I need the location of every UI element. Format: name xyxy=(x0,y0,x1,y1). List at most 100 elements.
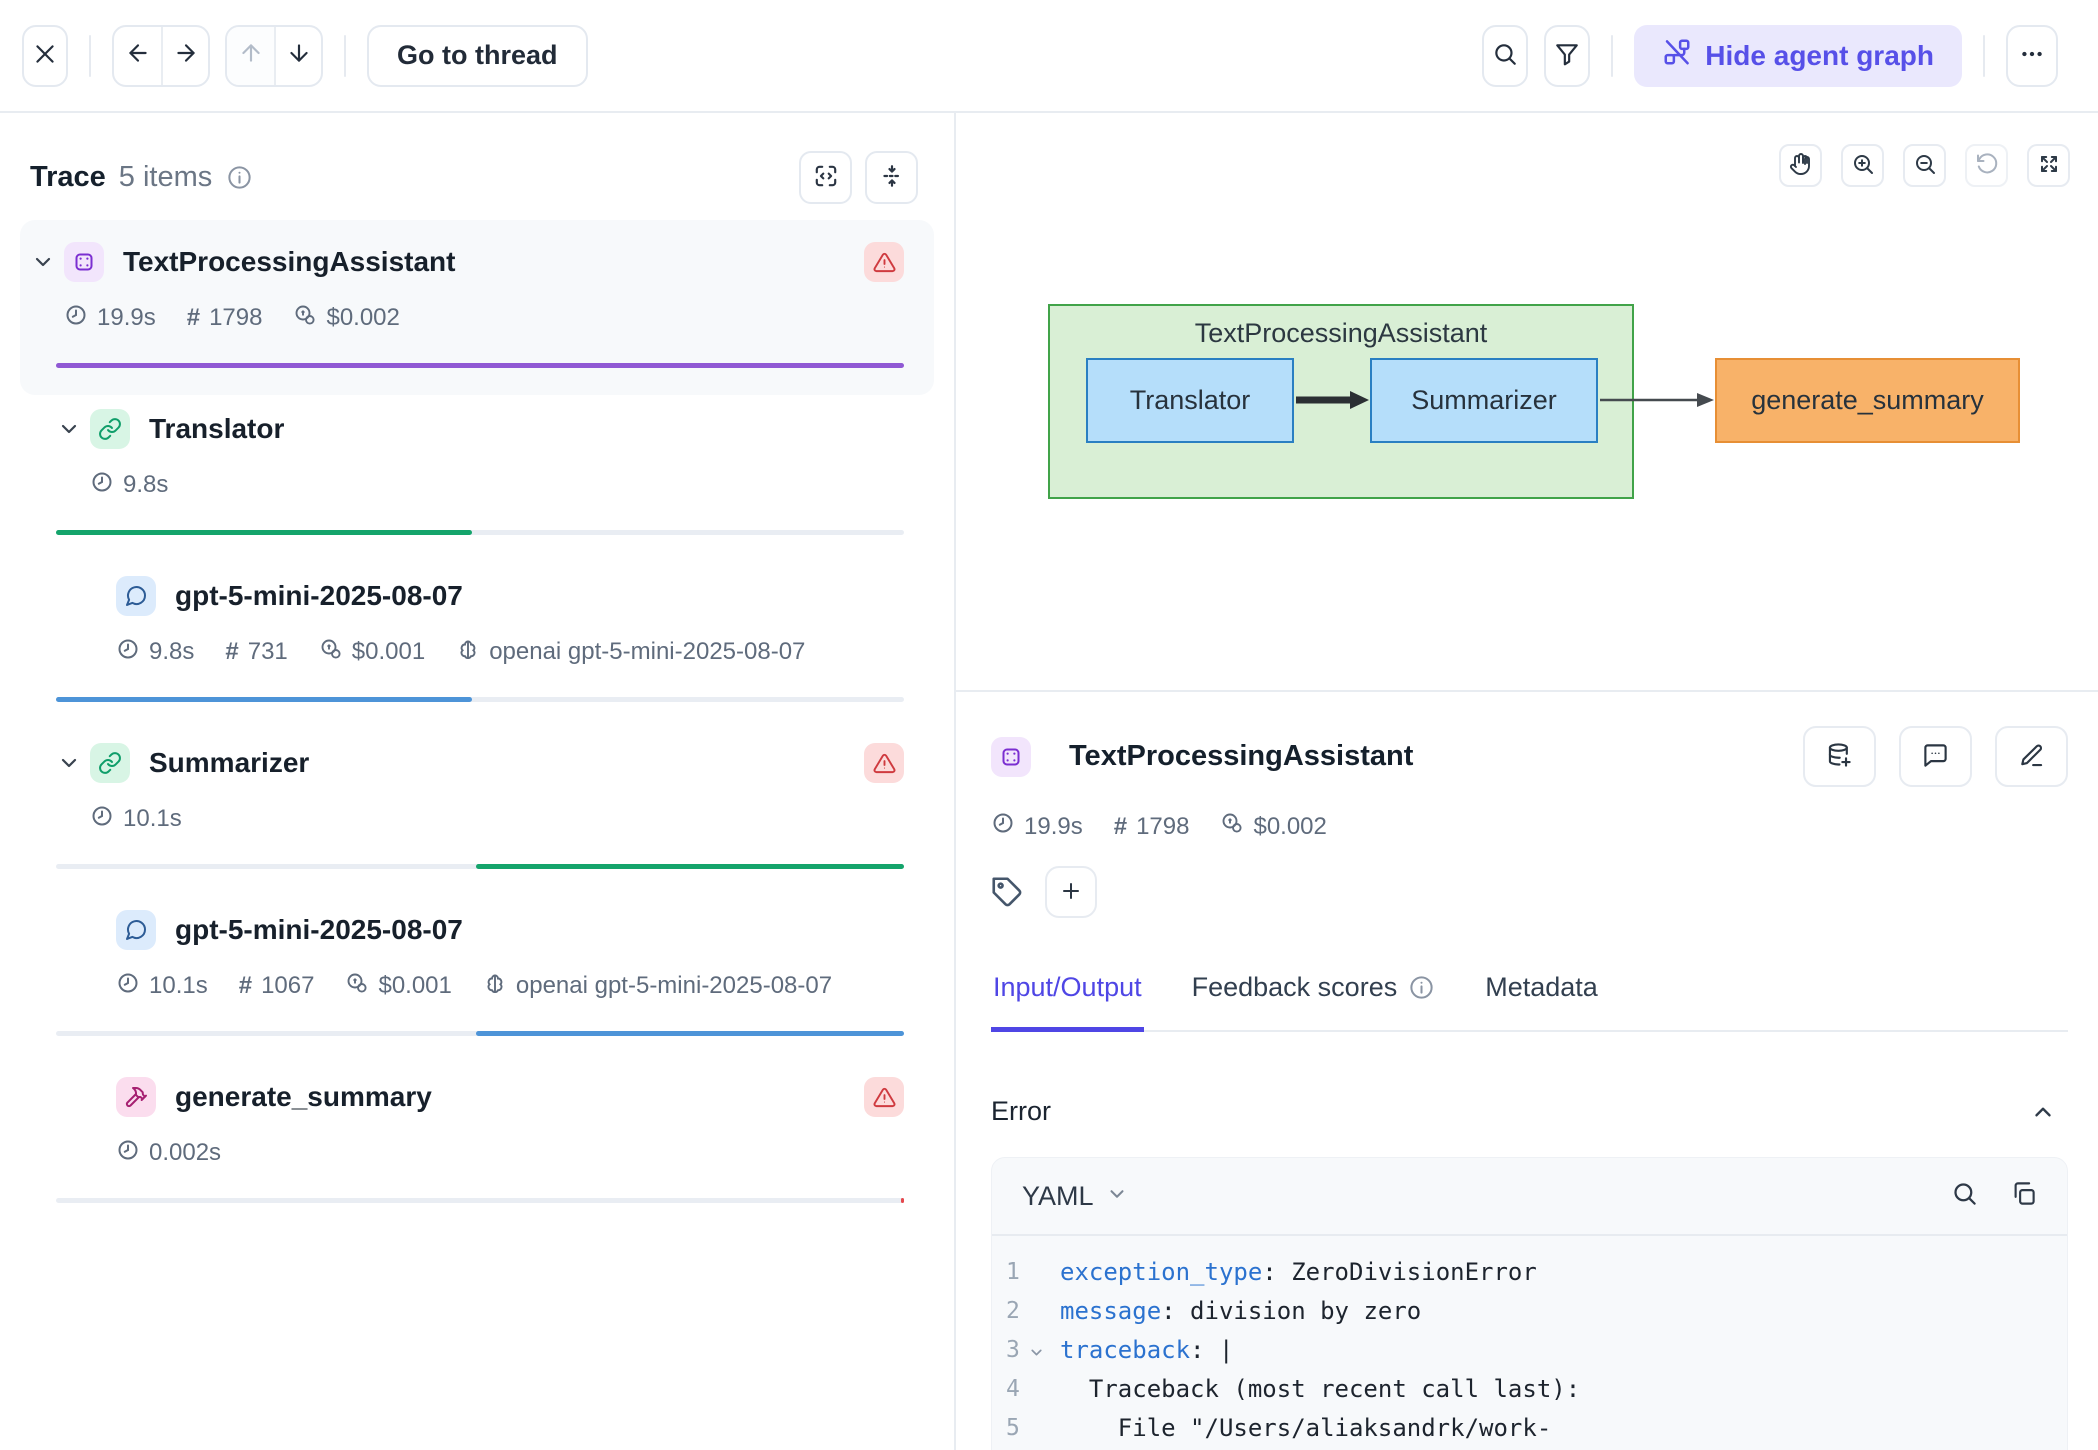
comments-button[interactable] xyxy=(1899,726,1972,787)
collapse-all-button[interactable] xyxy=(865,151,918,204)
next-trace-button[interactable] xyxy=(161,27,208,85)
code-text: exception_type: ZeroDivisionError xyxy=(1060,1258,1537,1286)
graph-node-summarizer[interactable]: Summarizer xyxy=(1370,358,1598,443)
previous-trace-button[interactable] xyxy=(114,27,161,85)
cost-stat: $0.001 xyxy=(319,637,425,668)
arrow-right-icon xyxy=(173,40,199,71)
span-duration-fill xyxy=(476,864,904,869)
span-row-header: gpt-5-mini-2025-08-07 xyxy=(82,910,904,950)
graph-node-translator[interactable]: Translator xyxy=(1086,358,1294,443)
close-icon xyxy=(32,41,58,70)
search-button[interactable] xyxy=(1482,25,1528,87)
move-down-button[interactable] xyxy=(274,27,321,85)
reset-view-button[interactable] xyxy=(1965,144,2008,187)
tab-metadata[interactable]: Metadata xyxy=(1483,964,1600,1032)
info-icon[interactable] xyxy=(226,164,253,191)
hide-agent-graph-button[interactable]: Hide agent graph xyxy=(1634,25,1962,87)
agent-graph-pane[interactable]: TextProcessingAssistant Translator Summa… xyxy=(956,113,2098,690)
duration-stat: 10.1s xyxy=(90,804,182,835)
chevron-down-icon[interactable] xyxy=(56,416,82,442)
chain-icon xyxy=(90,743,130,783)
line-number: 1 xyxy=(1006,1259,1028,1285)
details-pane: TextProcessingAssistant 19.9s #1798 $0.0… xyxy=(956,690,2098,1450)
pencil-icon xyxy=(2018,742,2045,772)
maximize-icon xyxy=(2037,152,2061,179)
more-options-button[interactable] xyxy=(2006,25,2058,87)
span-name: generate_summary xyxy=(175,1081,432,1113)
language-select[interactable]: YAML xyxy=(1022,1181,1128,1212)
expand-all-button[interactable] xyxy=(799,151,852,204)
tab-label: Input/Output xyxy=(993,972,1142,1003)
filter-icon xyxy=(1554,41,1580,70)
provider-stat: openai gpt-5-mini-2025-08-07 xyxy=(483,971,832,1002)
span-duration-bar xyxy=(56,1198,904,1203)
pan-button[interactable] xyxy=(1779,144,1822,187)
trace-header: Trace 5 items xyxy=(30,151,918,204)
tab-feedback-scores[interactable]: Feedback scores xyxy=(1190,964,1438,1032)
hide-agent-graph-label: Hide agent graph xyxy=(1705,40,1934,72)
edit-button[interactable] xyxy=(1995,726,2068,787)
error-badge[interactable] xyxy=(864,1077,904,1117)
add-tag-button[interactable] xyxy=(1045,866,1097,918)
chevron-down-icon[interactable] xyxy=(30,249,56,275)
span-meta: 10.1s xyxy=(90,805,904,833)
info-icon[interactable] xyxy=(1408,974,1435,1001)
trace-span-row[interactable]: gpt-5-mini-2025-08-07 10.1s#1067$0.001ope… xyxy=(56,910,904,1036)
go-to-thread-button[interactable]: Go to thread xyxy=(367,25,588,87)
line-number: 2 xyxy=(1006,1298,1028,1324)
hand-icon xyxy=(1789,152,1813,179)
zoom-in-button[interactable] xyxy=(1841,144,1884,187)
language-label: YAML xyxy=(1022,1181,1094,1212)
close-button[interactable] xyxy=(22,25,68,87)
graph-node-label: Summarizer xyxy=(1411,385,1557,416)
trace-span-row[interactable]: Summarizer10.1s xyxy=(56,743,904,869)
move-up-button[interactable] xyxy=(227,27,274,85)
fullscreen-button[interactable] xyxy=(2027,144,2070,187)
span-duration-bar xyxy=(56,864,904,869)
zoom-out-button[interactable] xyxy=(1903,144,1946,187)
hash-icon: # xyxy=(1114,813,1127,841)
code-text: traceback: | xyxy=(1060,1336,1233,1364)
chevron-down-icon[interactable] xyxy=(56,750,82,776)
duration-stat: 9.8s xyxy=(116,637,194,668)
graph-agent-label: TextProcessingAssistant xyxy=(1050,318,1632,349)
copy-icon[interactable] xyxy=(2010,1180,2037,1212)
span-name: gpt-5-mini-2025-08-07 xyxy=(175,580,463,612)
tab-input-output[interactable]: Input/Output xyxy=(991,964,1144,1032)
chevron-up-icon[interactable] xyxy=(2030,1099,2056,1125)
duration-icon xyxy=(90,804,114,835)
fold-chevron-icon[interactable] xyxy=(1028,1338,1048,1361)
agent-icon xyxy=(991,737,1031,777)
code-search-icon[interactable] xyxy=(1951,1180,1978,1212)
tokens-icon: # xyxy=(187,304,200,332)
add-to-dataset-button[interactable] xyxy=(1803,726,1876,787)
graph-node-label: Translator xyxy=(1130,385,1251,416)
plus-icon xyxy=(1059,879,1083,906)
cost-icon xyxy=(345,971,369,1002)
span-meta: 0.002s xyxy=(116,1139,904,1167)
span-meta: 10.1s#1067$0.001openai gpt-5-mini-2025-0… xyxy=(116,972,904,1000)
expand-all-icon xyxy=(813,163,839,192)
trace-span-row[interactable]: generate_summary 0.002s xyxy=(56,1077,904,1203)
trace-span-row[interactable]: TextProcessingAssistant19.9s#1798$0.002 xyxy=(56,242,904,368)
details-tabs: Input/Output Feedback scores Metadata xyxy=(991,964,2068,1032)
cost-icon xyxy=(293,303,317,334)
tokens-stat: #731 xyxy=(225,638,287,666)
graph-node-generate-summary[interactable]: generate_summary xyxy=(1715,358,2020,443)
trace-span-row[interactable]: gpt-5-mini-2025-08-079.8s#731$0.001opena… xyxy=(56,576,904,702)
filter-button[interactable] xyxy=(1544,25,1590,87)
error-badge[interactable] xyxy=(864,242,904,282)
span-name: gpt-5-mini-2025-08-07 xyxy=(175,914,463,946)
code-text: message: division by zero xyxy=(1060,1297,1421,1325)
error-badge[interactable] xyxy=(864,743,904,783)
span-name: Translator xyxy=(149,413,284,445)
cost-icon xyxy=(319,637,343,668)
error-code-block: YAML 1 exception_type: ZeroDivisionError 2… xyxy=(991,1157,2068,1450)
tag-icon xyxy=(991,876,1024,909)
llm-icon xyxy=(116,910,156,950)
details-title: TextProcessingAssistant xyxy=(1069,740,1413,773)
code-body: 1 exception_type: ZeroDivisionError 2 messa… xyxy=(992,1236,2067,1447)
span-duration-fill xyxy=(56,697,472,702)
code-line: 2 message: division by zero xyxy=(1006,1291,2067,1330)
trace-span-row[interactable]: Translator9.8s xyxy=(56,409,904,535)
